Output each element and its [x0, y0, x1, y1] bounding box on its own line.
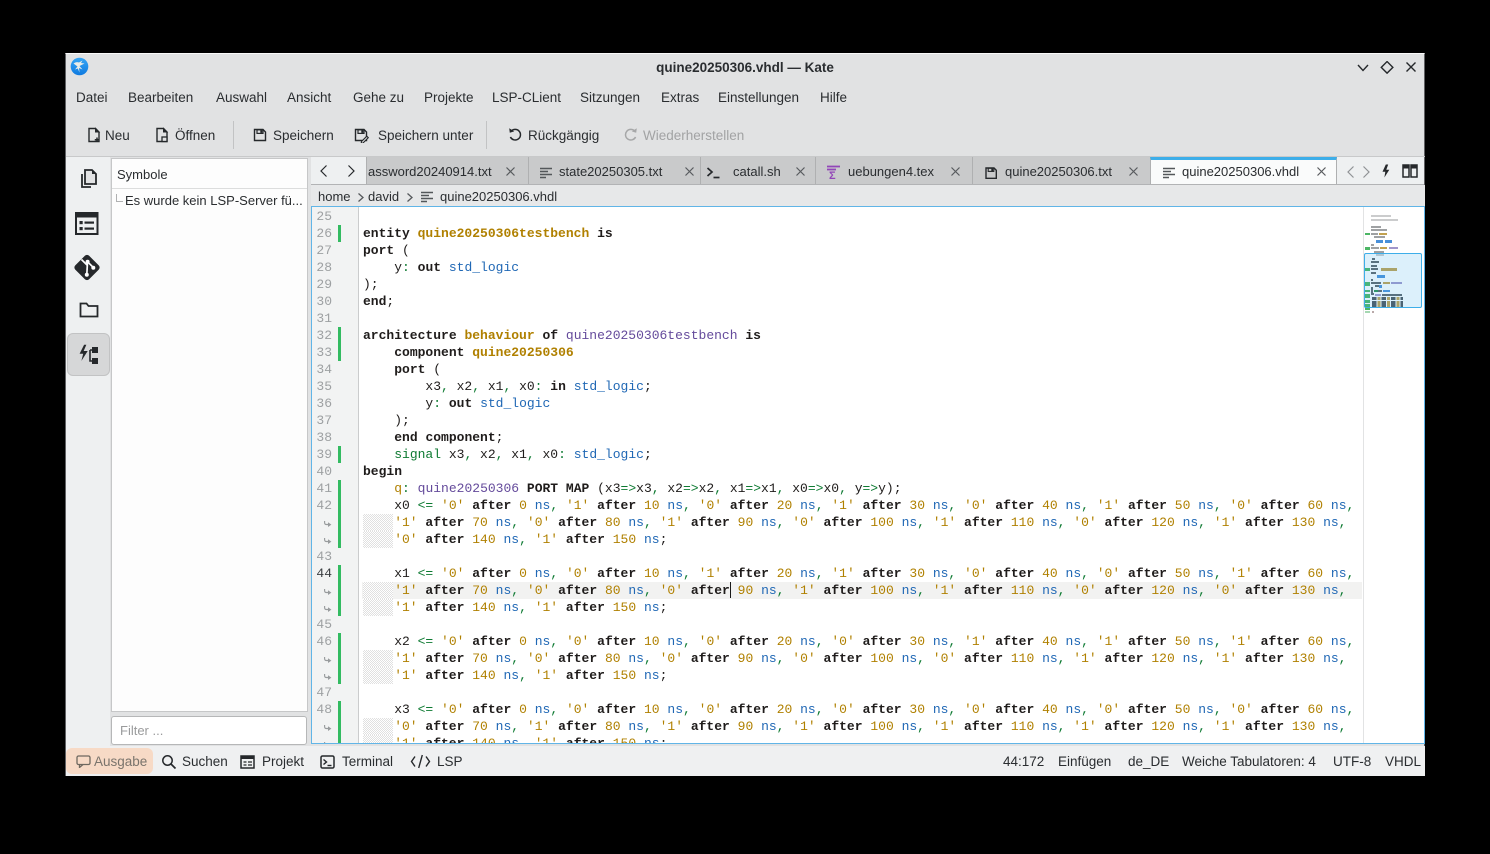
svg-text:Σ: Σ: [829, 170, 836, 180]
